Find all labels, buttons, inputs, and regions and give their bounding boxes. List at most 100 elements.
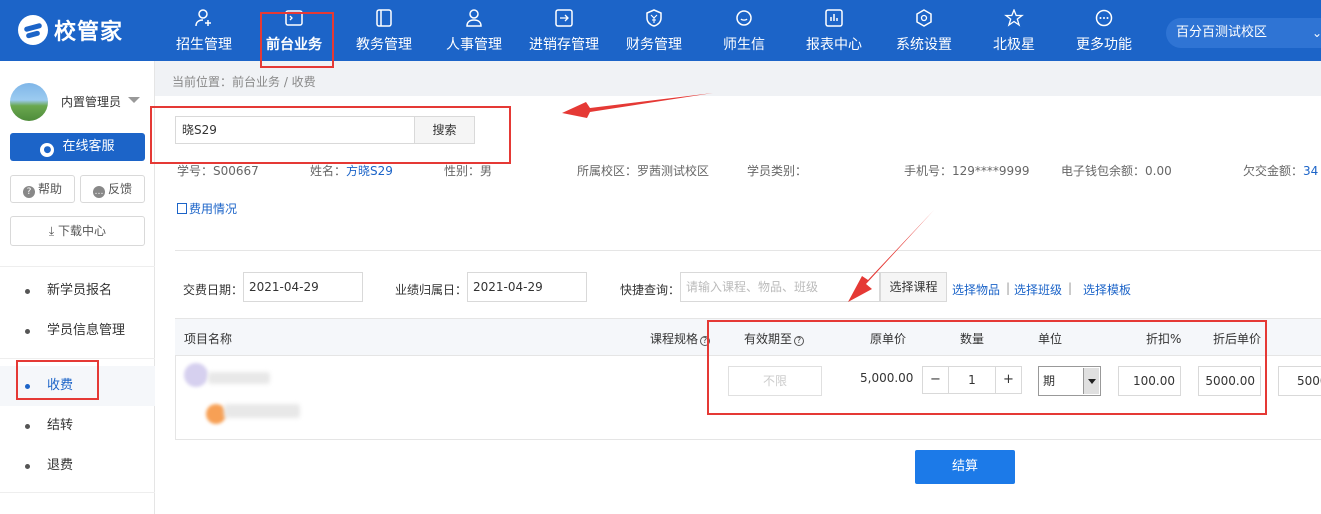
- student-name: 姓名：方晓S29: [310, 164, 393, 178]
- annotation-box-nav: [260, 12, 334, 68]
- caret-down-icon[interactable]: [128, 97, 140, 103]
- nav-item-polaris[interactable]: 北极星: [974, 0, 1054, 61]
- perf-date-label: 业绩归属日：: [395, 283, 468, 297]
- course-tag-icon: [206, 404, 226, 424]
- logo-text: 校管家: [54, 20, 124, 45]
- sidebar: 内置管理员 ● 在线客服 ? 帮助 … 反馈 ⤓ 下载中心 新学员报名 学员信息管理 …: [0, 61, 155, 514]
- bar-chart-icon: [825, 9, 843, 27]
- nav-label: 教务管理: [356, 37, 412, 53]
- student-id: 学号：S00667: [177, 164, 259, 178]
- book-icon: [376, 9, 392, 27]
- sidebar-item-label: 学员信息管理: [47, 323, 126, 338]
- help-button[interactable]: ? 帮助: [10, 175, 75, 203]
- bullet-icon: [25, 289, 30, 294]
- nav-item-messages[interactable]: 师生信: [704, 0, 784, 61]
- pay-date-input[interactable]: 2021-04-29: [243, 272, 363, 302]
- course-icon: [184, 363, 208, 387]
- nav-label: 报表中心: [806, 37, 862, 53]
- yen-shield-icon: [646, 9, 662, 27]
- bullet-icon: [25, 464, 30, 469]
- student-phone: 手机号：129****9999: [904, 164, 1030, 178]
- online-service-label: 在线客服: [62, 139, 115, 154]
- chevron-down-icon: ⌄: [1312, 26, 1321, 40]
- sidebar-item-new-enroll[interactable]: 新学员报名: [0, 271, 155, 311]
- campus-select[interactable]: 百分百测试校区 ⌄: [1166, 18, 1321, 48]
- chat-bubble-icon: ●: [40, 143, 55, 157]
- bullet-icon: [25, 329, 30, 334]
- chat-icon: [736, 10, 752, 26]
- owed-amount-link[interactable]: 34: [1303, 164, 1318, 178]
- student-type: 学员类别：: [747, 164, 808, 178]
- owed-amount: 欠交金额：34: [1243, 164, 1319, 178]
- nav-item-reports[interactable]: 报表中心: [794, 0, 874, 61]
- quick-search-label: 快捷查询：: [620, 283, 681, 297]
- logo-mark-icon: [18, 15, 48, 45]
- student-campus: 所属校区：罗茜测试校区: [577, 164, 710, 178]
- nav-item-finance[interactable]: 财务管理: [614, 0, 694, 61]
- student-name-link[interactable]: 方晓S29: [346, 164, 393, 178]
- col-item-name: 项目名称: [184, 332, 233, 346]
- divider: [0, 492, 155, 493]
- amount-input[interactable]: 5000: [1278, 366, 1321, 396]
- help-label: 帮助: [37, 182, 62, 196]
- link-separator: |: [1068, 281, 1073, 295]
- redacted-course-name: [208, 372, 270, 384]
- sidebar-item-student-info[interactable]: 学员信息管理: [0, 311, 155, 351]
- nav-label: 财务管理: [626, 37, 682, 53]
- select-course-button[interactable]: 选择课程: [880, 272, 947, 302]
- nav-label: 北极星: [993, 37, 1035, 53]
- nav-item-enrollment[interactable]: 招生管理: [164, 0, 244, 61]
- gear-icon: [916, 9, 932, 27]
- nav-label: 进销存管理: [529, 37, 599, 53]
- wallet-balance: 电子钱包余额：0.00: [1061, 164, 1172, 178]
- sidebar-item-refund[interactable]: 退费: [0, 446, 155, 486]
- pay-date-label: 交费日期：: [183, 283, 244, 297]
- nav-label: 师生信: [723, 37, 765, 53]
- bullet-icon: [25, 424, 30, 429]
- question-icon: ?: [22, 186, 35, 198]
- fee-status-link[interactable]: 费用情况: [177, 200, 237, 217]
- person-add-icon: [195, 9, 211, 27]
- select-goods-link[interactable]: 选择物品: [952, 281, 1000, 298]
- link-separator: |: [1006, 281, 1011, 295]
- settle-button[interactable]: 结算: [915, 450, 1015, 484]
- nav-item-inventory[interactable]: 进销存管理: [524, 0, 604, 61]
- person-icon: [466, 9, 482, 27]
- campus-name: 百分百测试校区: [1176, 25, 1268, 40]
- top-navbar: 校管家 招生管理 前台业务 教务管理 人事管理 进销存管理 财务管理 师生信 报…: [0, 0, 1321, 61]
- nav-item-academic[interactable]: 教务管理: [344, 0, 424, 61]
- avatar[interactable]: [10, 83, 48, 121]
- user-name[interactable]: 内置管理员: [61, 93, 121, 110]
- app-logo[interactable]: 校管家: [18, 14, 123, 46]
- sidebar-item-label: 退费: [47, 458, 74, 473]
- redacted-course-detail: [224, 404, 300, 418]
- feedback-button[interactable]: … 反馈: [80, 175, 145, 203]
- nav-item-more[interactable]: 更多功能: [1064, 0, 1144, 61]
- star-icon: [1004, 9, 1024, 27]
- quick-search-input[interactable]: 请输入课程、物品、班级: [680, 272, 880, 302]
- online-service-button[interactable]: ● 在线客服: [10, 133, 145, 161]
- nav-label: 招生管理: [176, 37, 232, 53]
- sidebar-item-transfer[interactable]: 结转: [0, 406, 155, 446]
- perf-date-input[interactable]: 2021-04-29: [467, 272, 587, 302]
- nav-item-settings[interactable]: 系统设置: [884, 0, 964, 61]
- select-class-link[interactable]: 选择班级: [1014, 281, 1062, 298]
- feedback-icon: …: [92, 186, 105, 198]
- feedback-label: 反馈: [107, 182, 132, 196]
- nav-item-hr[interactable]: 人事管理: [434, 0, 514, 61]
- breadcrumb: 当前位置：前台业务 / 收费: [172, 75, 316, 89]
- annotation-box-row: [707, 320, 1267, 415]
- nav-label: 更多功能: [1076, 37, 1132, 53]
- sidebar-item-label: 新学员报名: [47, 283, 113, 298]
- select-template-link[interactable]: 选择模板: [1083, 281, 1131, 298]
- download-center-button[interactable]: ⤓ 下载中心: [10, 216, 145, 246]
- annotation-box-charge: [16, 360, 99, 400]
- download-icon: ⤓: [48, 224, 59, 238]
- document-icon: [177, 203, 187, 214]
- annotation-box-search: [150, 106, 511, 164]
- login-box-icon: [555, 9, 573, 27]
- sidebar-item-label: 结转: [47, 418, 74, 433]
- download-label: 下载中心: [58, 224, 107, 238]
- more-icon: [1095, 9, 1113, 27]
- col-course-spec: 课程规格?: [650, 330, 711, 347]
